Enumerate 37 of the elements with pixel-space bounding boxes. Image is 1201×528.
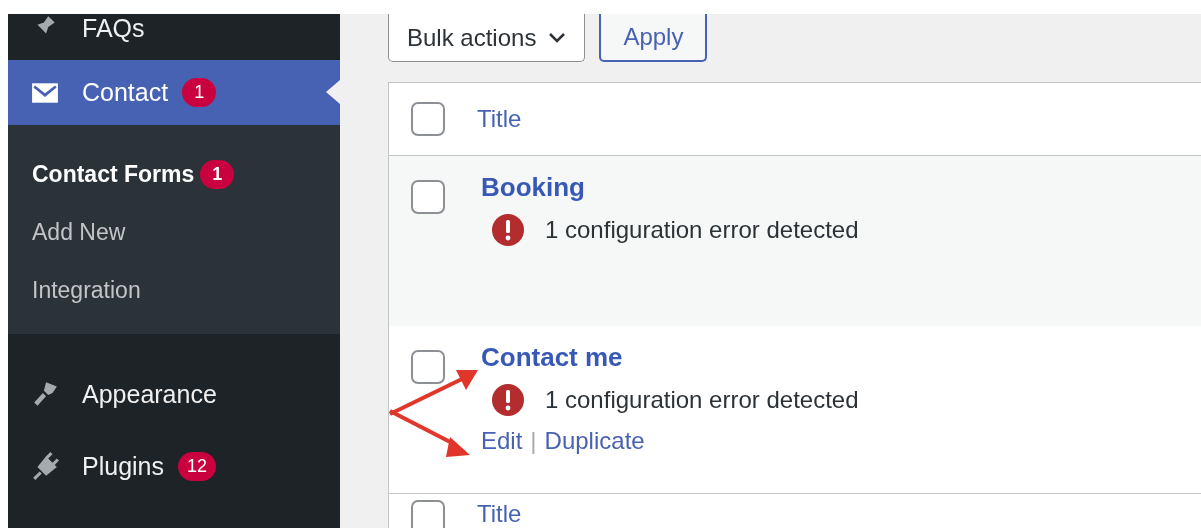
- submenu-item[interactable]: Contact Forms 1: [8, 145, 340, 203]
- separator: |: [530, 427, 537, 455]
- dropdown-label: Bulk actions: [407, 23, 537, 52]
- submenu-item[interactable]: Integration: [8, 261, 340, 319]
- count-badge: 1: [182, 78, 217, 107]
- count-badge: 1: [200, 159, 235, 189]
- checkbox[interactable]: [411, 102, 445, 136]
- column-header-link[interactable]: Title: [477, 500, 522, 528]
- checkbox[interactable]: [411, 350, 445, 384]
- form-title-link[interactable]: Booking: [481, 172, 859, 203]
- error-icon: [491, 213, 525, 247]
- sidebar-menu-item[interactable]: Appearance: [8, 358, 340, 430]
- form-title-link[interactable]: Contact me: [481, 342, 859, 373]
- count-badge: 12: [178, 451, 217, 481]
- bulk-actions-dropdown[interactable]: Bulk actions: [388, 14, 586, 62]
- plug-icon: [30, 452, 60, 480]
- menu-label: Appearance: [82, 379, 217, 409]
- sidebar-menu-item[interactable]: Plugins 12: [8, 430, 340, 502]
- error-message: 1 configuration error detected: [545, 216, 859, 244]
- submenu-label: Contact Forms: [32, 160, 195, 188]
- apply-button[interactable]: Apply: [599, 14, 708, 62]
- error-icon: [491, 383, 525, 417]
- row-action-link[interactable]: Duplicate: [544, 427, 645, 455]
- menu-label: FAQs: [82, 14, 145, 43]
- submenu-item[interactable]: Add New: [8, 203, 340, 261]
- row-action-link[interactable]: Edit: [481, 427, 523, 455]
- sidebar-menu-item[interactable]: Contact 1: [8, 60, 340, 125]
- sidebar-menu-item[interactable]: FAQs: [8, 14, 340, 60]
- column-header-link[interactable]: Title: [477, 105, 522, 133]
- menu-label: Plugins: [82, 451, 164, 481]
- checkbox[interactable]: [411, 500, 445, 528]
- submenu-label: Integration: [32, 276, 141, 304]
- error-message: 1 configuration error detected: [545, 386, 859, 414]
- menu-label: Contact: [82, 78, 169, 107]
- chevron-down-icon: [548, 31, 567, 44]
- checkbox[interactable]: [411, 180, 445, 214]
- submenu-label: Add New: [32, 218, 126, 246]
